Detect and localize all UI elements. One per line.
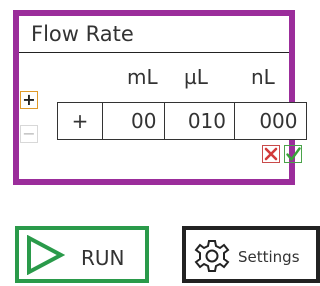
check-icon <box>285 146 301 161</box>
ml-field[interactable]: 00 <box>101 102 166 140</box>
nl-field[interactable]: 000 <box>233 102 307 140</box>
settings-label: Settings <box>238 248 300 266</box>
x-icon <box>264 147 278 161</box>
play-icon <box>27 235 65 275</box>
unit-label-ul: µL <box>184 65 208 89</box>
ul-field[interactable]: 010 <box>164 102 235 140</box>
unit-label-nl: nL <box>251 65 275 89</box>
flow-rate-input-row: + 00 010 000 <box>57 102 307 140</box>
increment-button[interactable]: + <box>20 91 38 109</box>
flow-rate-panel: Flow Rate <box>13 10 295 185</box>
unit-label-ml: mL <box>127 65 158 89</box>
confirm-button[interactable] <box>284 145 302 163</box>
cancel-button[interactable] <box>262 145 280 163</box>
sign-field[interactable]: + <box>57 102 103 140</box>
gear-icon <box>194 240 230 272</box>
run-label: RUN <box>81 246 125 270</box>
decrement-button[interactable]: − <box>20 125 38 143</box>
run-button[interactable]: RUN <box>15 226 149 283</box>
flow-rate-header: Flow Rate <box>19 16 289 53</box>
flow-rate-title: Flow Rate <box>31 22 134 46</box>
settings-button[interactable]: Settings <box>182 226 320 283</box>
